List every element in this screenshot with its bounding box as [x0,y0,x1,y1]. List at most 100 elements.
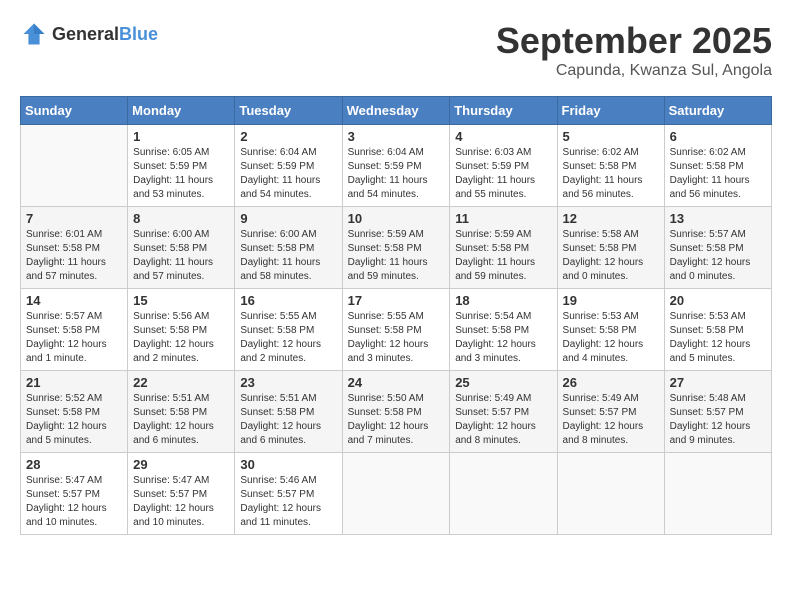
day-info: Sunrise: 5:49 AMSunset: 5:57 PMDaylight:… [563,392,659,448]
day-info: Sunrise: 5:57 AMSunset: 5:58 PMDaylight:… [670,228,766,284]
day-cell: 25 Sunrise: 5:49 AMSunset: 5:57 PMDayligh… [450,371,557,453]
day-cell: 1 Sunrise: 6:05 AMSunset: 5:59 PMDaylight… [128,125,235,207]
day-cell [342,453,450,535]
day-info: Sunrise: 5:59 AMSunset: 5:58 PMDaylight:… [455,228,551,284]
day-info: Sunrise: 6:01 AMSunset: 5:58 PMDaylight:… [26,228,122,284]
day-info: Sunrise: 5:49 AMSunset: 5:57 PMDaylight:… [455,392,551,448]
day-number: 25 [455,375,551,390]
day-cell: 27 Sunrise: 5:48 AMSunset: 5:57 PMDayligh… [664,371,771,453]
header-day-wednesday: Wednesday [342,97,450,125]
day-number: 4 [455,129,551,144]
header-day-sunday: Sunday [21,97,128,125]
day-cell: 12Sunrise: 5:58 AMSunset: 5:58 PMDayligh… [557,207,664,289]
calendar-header: SundayMondayTuesdayWednesdayThursdayFrid… [21,97,772,125]
day-number: 14 [26,293,122,308]
header-day-tuesday: Tuesday [235,97,342,125]
day-cell: 30 Sunrise: 5:46 AMSunset: 5:57 PMDayligh… [235,453,342,535]
header-row: SundayMondayTuesdayWednesdayThursdayFrid… [21,97,772,125]
day-number: 20 [670,293,766,308]
day-number: 1 [133,129,229,144]
day-cell: 5Sunrise: 6:02 AMSunset: 5:58 PMDaylight… [557,125,664,207]
day-info: Sunrise: 5:51 AMSunset: 5:58 PMDaylight:… [240,392,336,448]
day-info: Sunrise: 5:55 AMSunset: 5:58 PMDaylight:… [348,310,445,366]
day-number: 3 [348,129,445,144]
day-number: 21 [26,375,122,390]
day-number: 7 [26,211,122,226]
day-info: Sunrise: 5:47 AMSunset: 5:57 PMDaylight:… [26,474,122,530]
day-cell [557,453,664,535]
day-info: Sunrise: 6:04 AMSunset: 5:59 PMDaylight:… [348,146,445,202]
day-number: 18 [455,293,551,308]
logo-general: General [52,24,119,44]
day-number: 24 [348,375,445,390]
day-info: Sunrise: 6:05 AMSunset: 5:59 PMDaylight:… [133,146,229,202]
day-info: Sunrise: 6:04 AMSunset: 5:59 PMDaylight:… [240,146,336,202]
day-info: Sunrise: 5:48 AMSunset: 5:57 PMDaylight:… [670,392,766,448]
day-cell: 13 Sunrise: 5:57 AMSunset: 5:58 PMDayligh… [664,207,771,289]
day-cell: 24 Sunrise: 5:50 AMSunset: 5:58 PMDayligh… [342,371,450,453]
header: GeneralBlue September 2025 Capunda, Kwan… [20,20,772,80]
day-number: 28 [26,457,122,472]
day-number: 19 [563,293,659,308]
day-info: Sunrise: 5:57 AMSunset: 5:58 PMDaylight:… [26,310,122,366]
day-cell: 7 Sunrise: 6:01 AMSunset: 5:58 PMDaylight… [21,207,128,289]
day-info: Sunrise: 6:00 AMSunset: 5:58 PMDaylight:… [133,228,229,284]
day-number: 10 [348,211,445,226]
day-cell [664,453,771,535]
day-cell [21,125,128,207]
day-cell: 10 Sunrise: 5:59 AMSunset: 5:58 PMDayligh… [342,207,450,289]
day-number: 22 [133,375,229,390]
header-day-monday: Monday [128,97,235,125]
day-number: 9 [240,211,336,226]
day-info: Sunrise: 5:53 AMSunset: 5:58 PMDaylight:… [670,310,766,366]
day-cell: 18Sunrise: 5:54 AMSunset: 5:58 PMDayligh… [450,289,557,371]
day-info: Sunrise: 5:56 AMSunset: 5:58 PMDaylight:… [133,310,229,366]
day-cell: 16 Sunrise: 5:55 AMSunset: 5:58 PMDayligh… [235,289,342,371]
day-number: 11 [455,211,551,226]
day-info: Sunrise: 5:46 AMSunset: 5:57 PMDaylight:… [240,474,336,530]
day-info: Sunrise: 5:51 AMSunset: 5:58 PMDaylight:… [133,392,229,448]
day-info: Sunrise: 5:59 AMSunset: 5:58 PMDaylight:… [348,228,445,284]
day-number: 8 [133,211,229,226]
day-number: 26 [563,375,659,390]
day-number: 2 [240,129,336,144]
day-cell: 19 Sunrise: 5:53 AMSunset: 5:58 PMDayligh… [557,289,664,371]
day-number: 17 [348,293,445,308]
day-info: Sunrise: 6:00 AMSunset: 5:58 PMDaylight:… [240,228,336,284]
day-number: 30 [240,457,336,472]
header-day-friday: Friday [557,97,664,125]
day-cell: 22 Sunrise: 5:51 AMSunset: 5:58 PMDayligh… [128,371,235,453]
day-info: Sunrise: 5:52 AMSunset: 5:58 PMDaylight:… [26,392,122,448]
logo-blue: Blue [119,24,158,44]
header-day-saturday: Saturday [664,97,771,125]
month-title: September 2025 [496,20,772,62]
day-info: Sunrise: 5:55 AMSunset: 5:58 PMDaylight:… [240,310,336,366]
day-cell: 21 Sunrise: 5:52 AMSunset: 5:58 PMDayligh… [21,371,128,453]
day-info: Sunrise: 5:53 AMSunset: 5:58 PMDaylight:… [563,310,659,366]
logo-icon [20,20,48,48]
day-cell: 14 Sunrise: 5:57 AMSunset: 5:58 PMDayligh… [21,289,128,371]
day-info: Sunrise: 6:02 AMSunset: 5:58 PMDaylight:… [563,146,659,202]
day-cell: 2 Sunrise: 6:04 AMSunset: 5:59 PMDaylight… [235,125,342,207]
day-number: 6 [670,129,766,144]
calendar-body: 1 Sunrise: 6:05 AMSunset: 5:59 PMDaylight… [21,125,772,535]
week-row-5: 28 Sunrise: 5:47 AMSunset: 5:57 PMDayligh… [21,453,772,535]
day-cell: 15Sunrise: 5:56 AMSunset: 5:58 PMDayligh… [128,289,235,371]
day-cell: 23 Sunrise: 5:51 AMSunset: 5:58 PMDayligh… [235,371,342,453]
day-number: 12 [563,211,659,226]
day-info: Sunrise: 5:50 AMSunset: 5:58 PMDaylight:… [348,392,445,448]
header-day-thursday: Thursday [450,97,557,125]
day-number: 13 [670,211,766,226]
day-number: 23 [240,375,336,390]
day-cell [450,453,557,535]
week-row-4: 21 Sunrise: 5:52 AMSunset: 5:58 PMDayligh… [21,371,772,453]
day-cell: 11 Sunrise: 5:59 AMSunset: 5:58 PMDayligh… [450,207,557,289]
day-cell: 8 Sunrise: 6:00 AMSunset: 5:58 PMDaylight… [128,207,235,289]
location-title: Capunda, Kwanza Sul, Angola [496,62,772,80]
week-row-3: 14 Sunrise: 5:57 AMSunset: 5:58 PMDayligh… [21,289,772,371]
day-cell: 3 Sunrise: 6:04 AMSunset: 5:59 PMDaylight… [342,125,450,207]
day-number: 29 [133,457,229,472]
day-number: 16 [240,293,336,308]
title-area: September 2025 Capunda, Kwanza Sul, Ango… [496,20,772,80]
day-number: 27 [670,375,766,390]
